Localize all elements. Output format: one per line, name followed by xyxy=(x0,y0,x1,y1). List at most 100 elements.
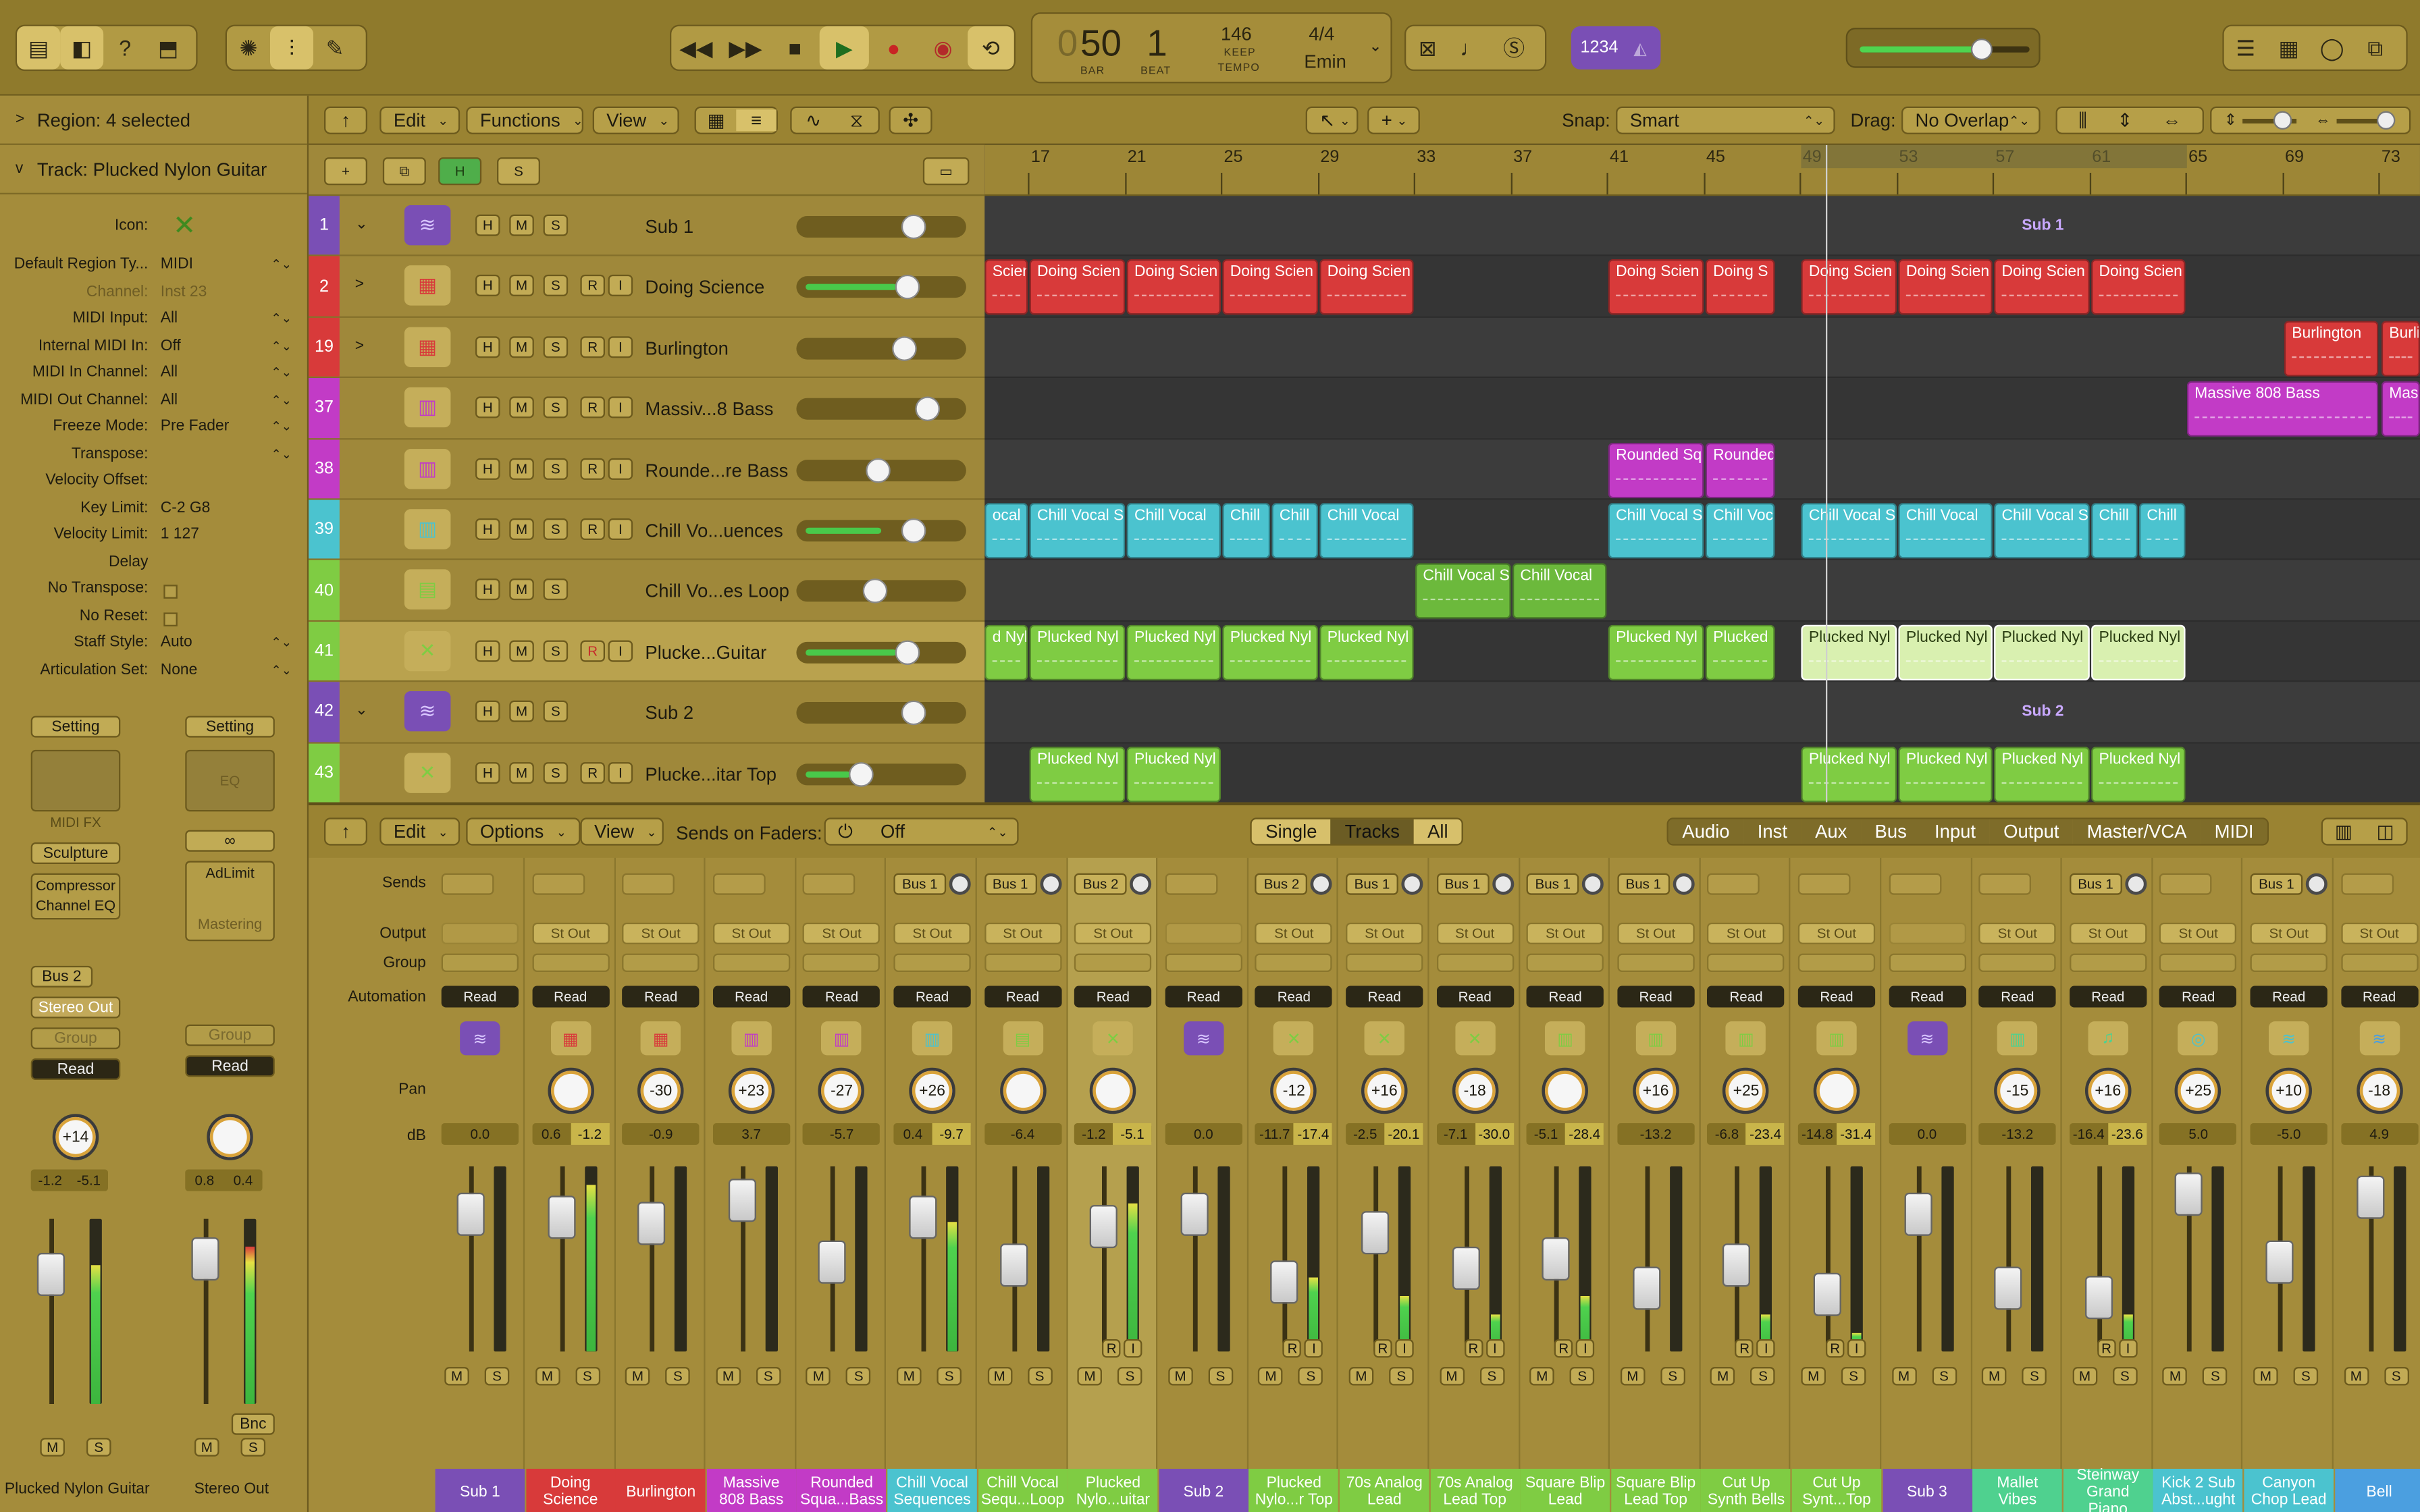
mute-button[interactable]: M xyxy=(1077,1367,1103,1386)
mixer-edit-menu[interactable]: Edit ⌄ xyxy=(379,817,461,846)
group-slot[interactable] xyxy=(531,953,609,972)
record-enable-button[interactable]: R xyxy=(1283,1339,1302,1358)
output-slot[interactable]: St Out xyxy=(984,922,1061,944)
input-monitor-button[interactable]: I xyxy=(608,518,633,540)
automation-mode[interactable]: Read xyxy=(893,986,971,1008)
sends-on-faders-dropdown[interactable]: ⏻ Off ⌃⌄ xyxy=(824,817,1019,846)
property-row[interactable]: Delay xyxy=(0,549,307,576)
automation-mode[interactable]: Read xyxy=(2340,986,2418,1008)
mute-button[interactable]: M xyxy=(509,457,534,479)
eq-thumbnail[interactable] xyxy=(30,749,121,812)
synth-keys-icon[interactable]: ▥ xyxy=(1816,1021,1857,1056)
input-monitor-button[interactable]: I xyxy=(2118,1339,2138,1358)
empty-send-slot[interactable] xyxy=(1797,873,1851,895)
metronome-icon[interactable]: ◭ xyxy=(1633,38,1646,57)
chevron-down-icon[interactable]: ⌄ xyxy=(1369,38,1382,55)
link-icon[interactable]: ∞ xyxy=(185,830,275,852)
track-volume-slider[interactable] xyxy=(796,275,966,300)
send-slot[interactable]: Bus 2 xyxy=(1255,873,1308,895)
send-level-knob[interactable] xyxy=(2305,873,2327,895)
track-volume-knob[interactable] xyxy=(901,214,926,240)
mute-button[interactable]: M xyxy=(806,1367,831,1386)
region[interactable]: Plucked Nyl xyxy=(1126,624,1221,680)
region[interactable]: Chill Vocal xyxy=(1898,503,1993,559)
solo-button[interactable]: S xyxy=(1479,1367,1504,1386)
mute-button[interactable]: M xyxy=(1167,1367,1193,1386)
mute-button[interactable]: M xyxy=(1710,1367,1736,1386)
group-slot[interactable] xyxy=(622,953,700,972)
track-name[interactable]: Rounde...re Bass xyxy=(645,459,788,481)
waveform-icon[interactable]: ≋ xyxy=(1907,1021,1947,1056)
region[interactable]: Plucked Nyl xyxy=(2091,624,2186,680)
output-slot[interactable]: St Out xyxy=(712,922,790,944)
track-name[interactable]: Plucke...itar Top xyxy=(645,763,777,784)
solo-button[interactable]: S xyxy=(665,1367,691,1386)
region[interactable]: Chill Vocal S xyxy=(1608,503,1704,559)
channel-name[interactable]: Canyon Chop Lead xyxy=(2244,1468,2334,1512)
empty-send-slot[interactable] xyxy=(441,873,494,895)
scope-segment[interactable]: Single Tracks All xyxy=(1250,817,1464,846)
region[interactable]: Plucked Nyl xyxy=(1126,746,1221,802)
record-icon[interactable]: ● xyxy=(869,26,918,70)
region[interactable]: Mass xyxy=(2381,381,2420,437)
list-view-icon[interactable]: ≡ xyxy=(736,109,777,132)
guitar-icon[interactable]: ✕ xyxy=(1273,1021,1315,1056)
pan-knob[interactable]: -18 xyxy=(1451,1067,1498,1114)
record-enable-button[interactable]: R xyxy=(580,518,605,540)
group-slot[interactable] xyxy=(2340,953,2418,972)
region[interactable]: Rounded Sq xyxy=(1608,442,1704,498)
drum-keys-icon[interactable]: ▤ xyxy=(1002,1021,1043,1056)
mute-button[interactable]: M xyxy=(1891,1367,1916,1386)
send-slot[interactable]: Bus 1 xyxy=(893,873,947,895)
ruler[interactable]: 172125293337414549535761656973 xyxy=(984,144,2420,196)
hide-button[interactable]: H xyxy=(475,396,500,418)
group-slot[interactable] xyxy=(2069,953,2147,972)
pan-knob[interactable]: +16 xyxy=(1632,1067,1679,1114)
solo-button[interactable]: S xyxy=(1208,1367,1233,1386)
automation-mode[interactable]: Read xyxy=(712,986,790,1008)
drum-keys-icon[interactable]: ▤ xyxy=(404,570,451,610)
stepper-icon[interactable]: ⌃⌄ xyxy=(271,393,292,407)
solo-button[interactable]: S xyxy=(1841,1367,1866,1386)
record-enable-button[interactable]: R xyxy=(2097,1339,2116,1358)
region[interactable]: Scien xyxy=(984,259,1028,316)
mute-button[interactable]: M xyxy=(1439,1367,1465,1386)
output-slot[interactable]: St Out xyxy=(1616,922,1695,944)
group-slot[interactable]: Group xyxy=(30,1027,121,1050)
empty-send-slot[interactable] xyxy=(1707,873,1760,895)
output-slot[interactable]: St Out xyxy=(531,922,609,944)
property-value[interactable]: Inst 23 xyxy=(155,284,307,300)
hide-button[interactable]: H xyxy=(475,761,500,784)
drum-machine-icon[interactable]: ▦ xyxy=(404,266,451,306)
instrument-slot[interactable]: Sculpture xyxy=(30,842,121,864)
mute-button[interactable]: M xyxy=(1982,1367,2007,1386)
pan-knob[interactable]: +16 xyxy=(2084,1067,2132,1114)
bounce-button[interactable]: Bnc xyxy=(231,1413,275,1435)
notepad-icon[interactable]: ▦ xyxy=(2267,26,2311,70)
property-row[interactable]: Velocity Limit: 1 127 xyxy=(0,522,307,549)
track-header[interactable]: 42 ⌄ ≋ H M S Sub 2 xyxy=(309,682,985,743)
input-monitor-button[interactable]: I xyxy=(608,396,633,418)
mute-button[interactable]: M xyxy=(40,1438,65,1457)
input-monitor-button[interactable]: I xyxy=(1124,1339,1142,1358)
property-row[interactable]: MIDI In Channel: All ⌃⌄ xyxy=(0,360,307,387)
solo-button[interactable]: S xyxy=(1298,1367,1323,1386)
region[interactable]: Chill Voc xyxy=(1705,503,1775,559)
input-monitor-button[interactable]: I xyxy=(608,457,633,479)
solo-button[interactable]: S xyxy=(2203,1367,2228,1386)
add-track-icon[interactable]: + xyxy=(323,157,367,186)
mute-button[interactable]: M xyxy=(535,1367,560,1386)
send-slot[interactable]: Bus 1 xyxy=(1616,873,1670,895)
fader-handle[interactable] xyxy=(1271,1261,1299,1305)
empty-output-slot[interactable] xyxy=(1888,922,1966,944)
synth-keys-icon[interactable]: ▥ xyxy=(1545,1021,1585,1056)
synth-keys-icon[interactable]: ▥ xyxy=(1997,1021,2038,1056)
guitar-icon[interactable]: ✕ xyxy=(1454,1021,1495,1056)
catch-icon[interactable]: ✣ xyxy=(889,106,932,134)
input-monitor-button[interactable]: I xyxy=(608,275,633,297)
automation-mode[interactable]: Read xyxy=(2250,986,2327,1008)
region[interactable]: Doing Scien xyxy=(1029,259,1126,316)
waveform-icon[interactable]: ≋ xyxy=(1183,1021,1224,1056)
waveform-icon[interactable]: ≋ xyxy=(2359,1021,2400,1056)
fader-handle[interactable] xyxy=(909,1195,937,1239)
